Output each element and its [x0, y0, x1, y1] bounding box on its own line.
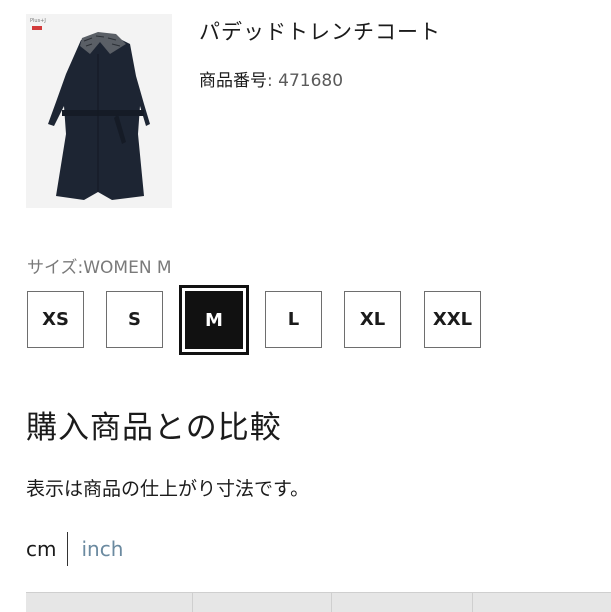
size-button-m[interactable]: M [179, 285, 249, 355]
size-label: サイズ:WOMEN M [27, 258, 172, 278]
product-code-value: : 471680 [267, 71, 344, 91]
table-header-cell [193, 593, 332, 612]
compare-heading: 購入商品との比較 [26, 410, 282, 446]
unit-inch-option[interactable]: inch [81, 537, 123, 561]
size-button-l[interactable]: L [265, 291, 322, 348]
unit-divider [67, 532, 69, 566]
size-button-s[interactable]: S [106, 291, 163, 348]
product-title: パデッドトレンチコート [199, 20, 441, 44]
unit-toggle: cm inch [26, 532, 123, 566]
table-header-cell [473, 593, 611, 612]
product-code-label: 商品番号 [199, 71, 267, 91]
product-image[interactable]: Plus+J [26, 14, 172, 208]
compare-note: 表示は商品の仕上がり寸法です。 [26, 478, 310, 500]
size-button-xl[interactable]: XL [344, 291, 401, 348]
svg-text:Plus+J: Plus+J [30, 18, 46, 24]
product-code: 商品番号: 471680 [199, 66, 343, 91]
table-header-cell [332, 593, 473, 612]
size-button-xxl[interactable]: XXL [424, 291, 481, 348]
table-header-cell [26, 593, 193, 612]
size-table-header [26, 592, 611, 612]
size-button-xs[interactable]: XS [27, 291, 84, 348]
unit-cm-option[interactable]: cm [26, 537, 56, 561]
coat-icon: Plus+J [26, 14, 172, 208]
